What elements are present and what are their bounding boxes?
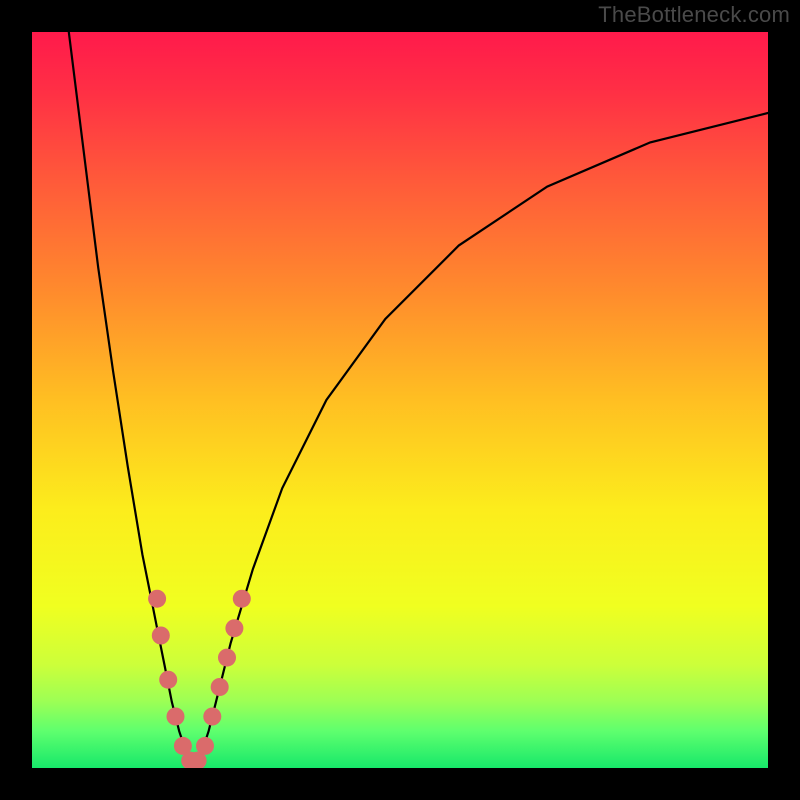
data-marker — [196, 737, 214, 755]
data-marker — [203, 708, 221, 726]
data-marker — [233, 590, 251, 608]
data-marker — [225, 619, 243, 637]
data-marker — [152, 627, 170, 645]
data-marker — [167, 708, 185, 726]
watermark-text: TheBottleneck.com — [598, 2, 790, 28]
data-marker — [218, 649, 236, 667]
plot-area — [32, 32, 768, 768]
data-marker — [148, 590, 166, 608]
curve-path — [69, 32, 768, 761]
bottleneck-curve — [32, 32, 768, 768]
chart-frame: TheBottleneck.com — [0, 0, 800, 800]
data-marker — [211, 678, 229, 696]
data-marker — [159, 671, 177, 689]
